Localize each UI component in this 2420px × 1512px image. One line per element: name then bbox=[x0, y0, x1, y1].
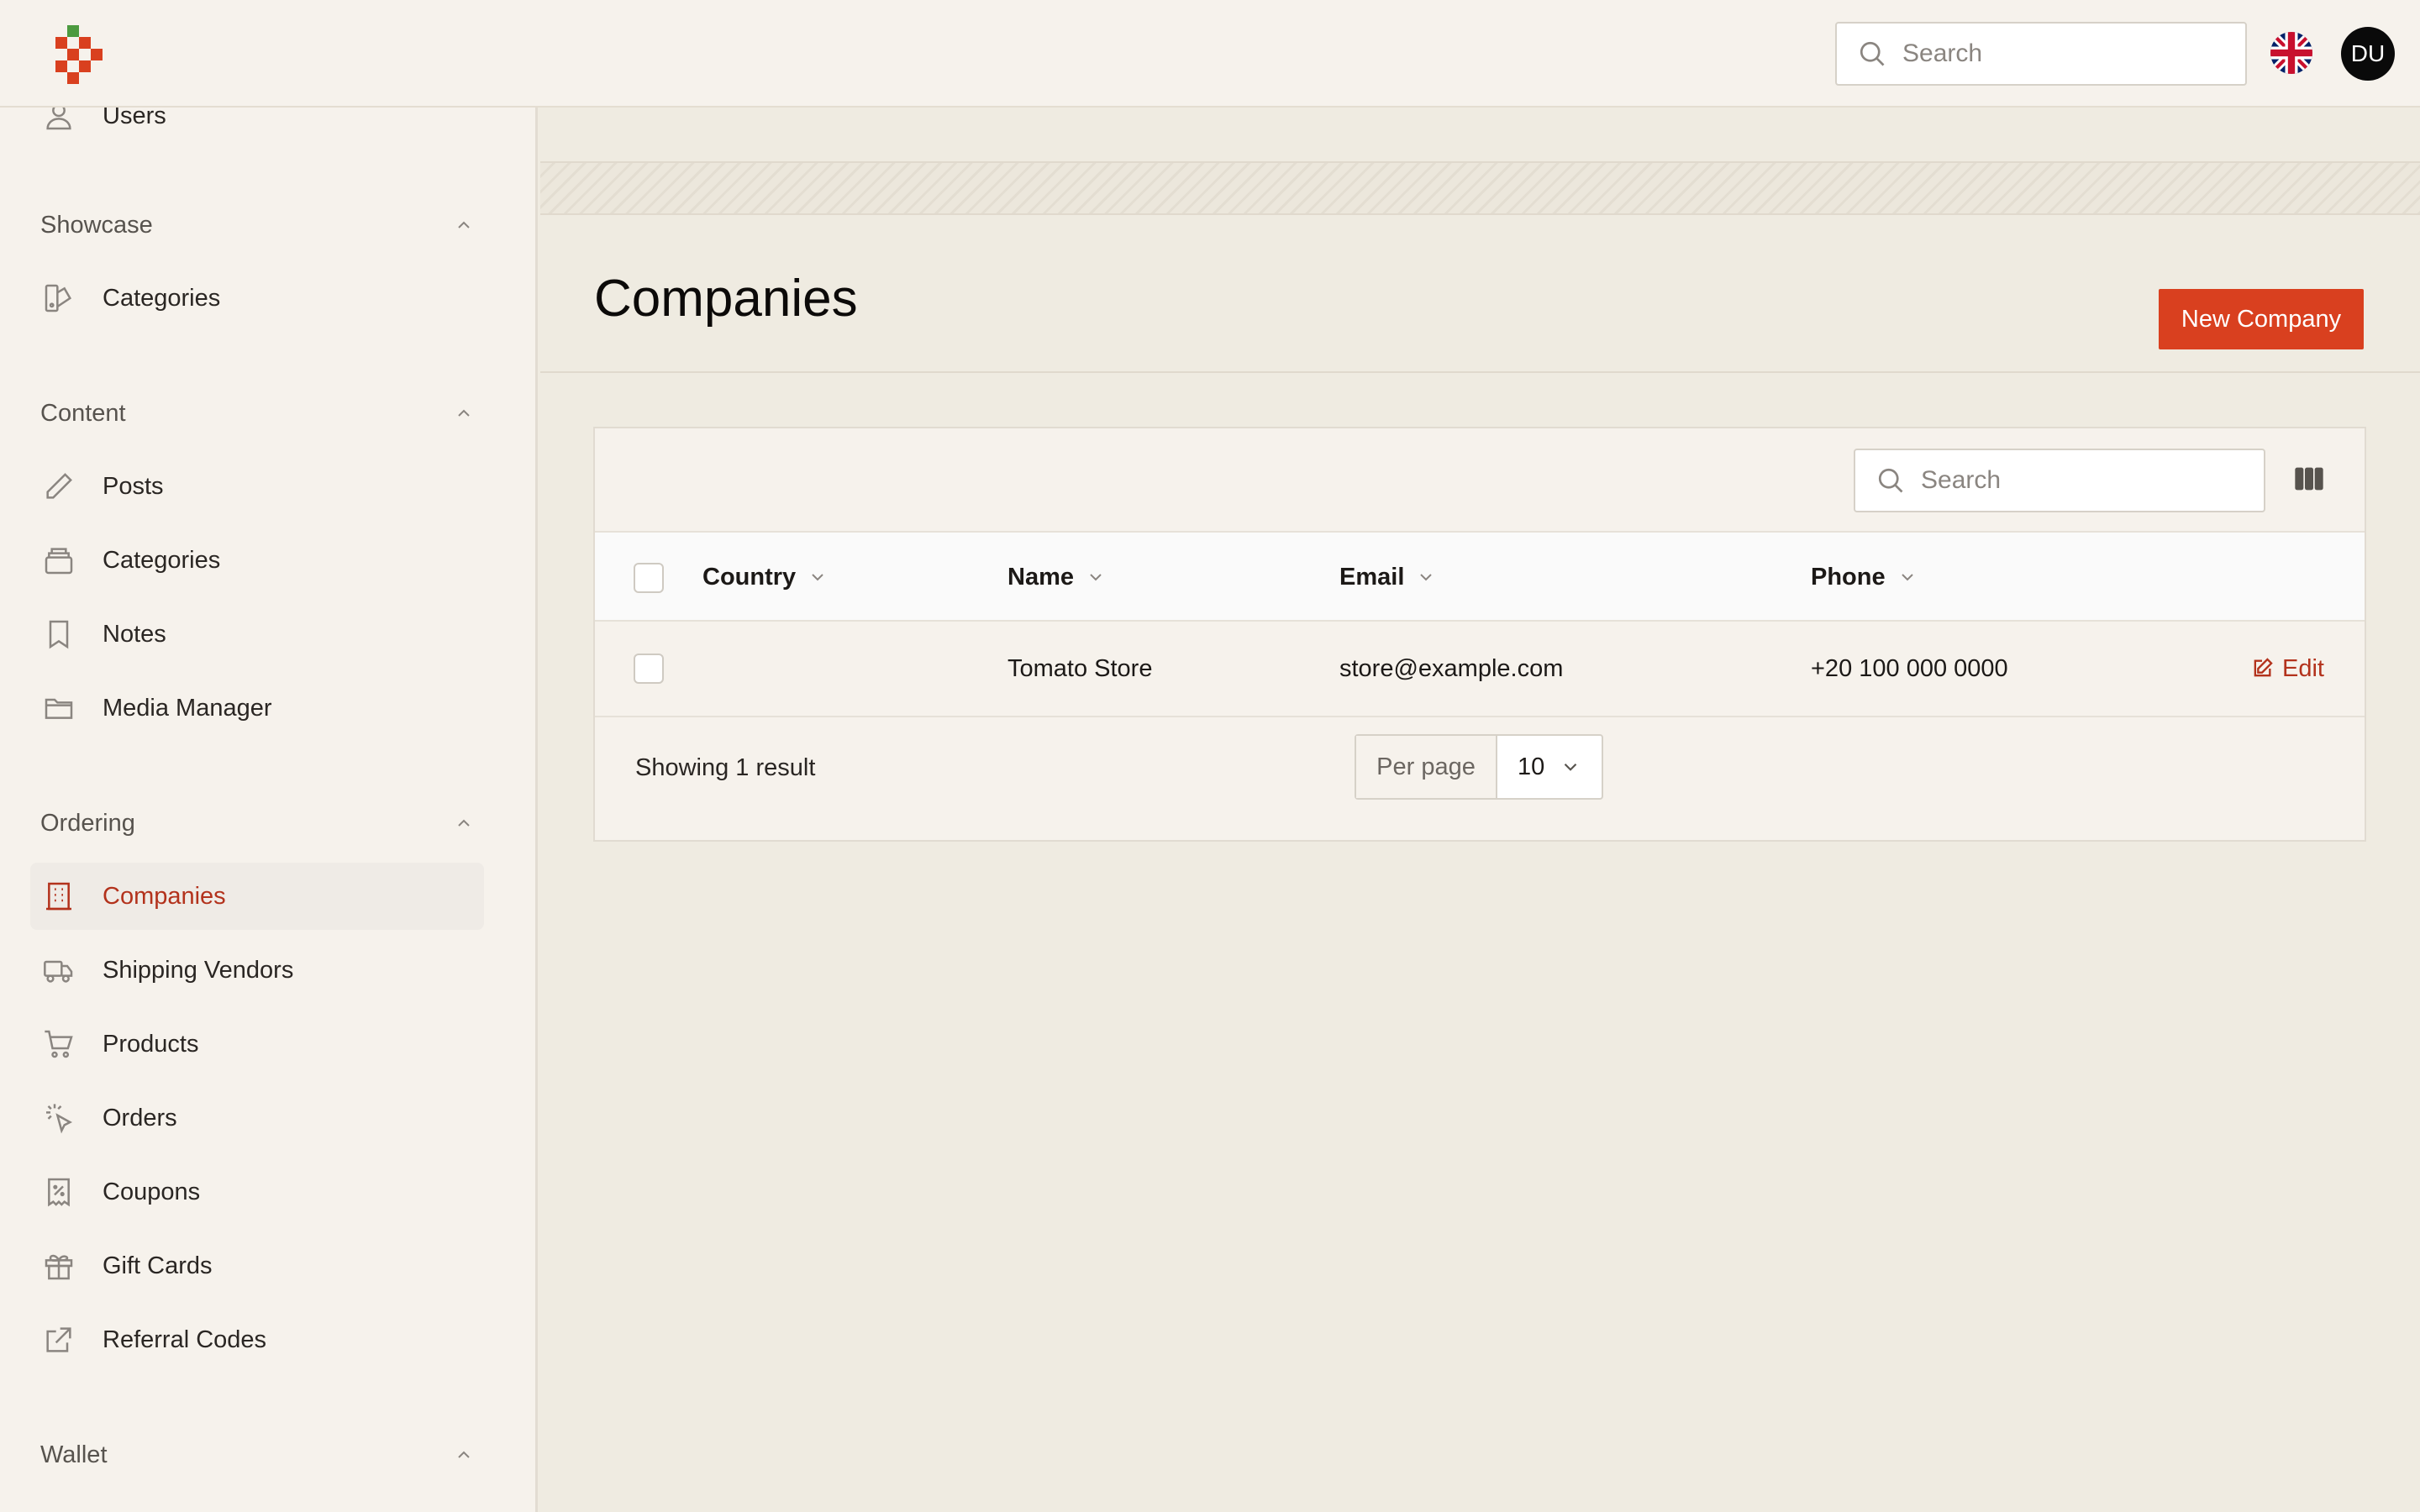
external-link-icon bbox=[40, 1321, 77, 1358]
per-page-select[interactable]: 10 bbox=[1497, 736, 1602, 798]
sidebar-item-label: Notes bbox=[103, 620, 166, 648]
sidebar-item-shipping-vendors[interactable]: Shipping Vendors bbox=[30, 937, 484, 1004]
columns-toggle-icon[interactable] bbox=[2292, 462, 2326, 496]
chevron-up-icon bbox=[458, 819, 470, 827]
sidebar: Users Showcase Categories Content Posts … bbox=[0, 108, 538, 1512]
per-page-value: 10 bbox=[1518, 753, 1545, 780]
column-label: Email bbox=[1339, 563, 1405, 591]
uk-flag-icon[interactable] bbox=[2270, 32, 2312, 74]
cell-email: store@example.com bbox=[1339, 654, 1564, 682]
cell-name: Tomato Store bbox=[1007, 654, 1153, 682]
column-header-country[interactable]: Country bbox=[702, 533, 828, 622]
edit-label: Edit bbox=[2282, 654, 2324, 682]
cursor-click-icon bbox=[40, 1100, 77, 1137]
companies-table: Country Name Email Phone Tomato Store st… bbox=[593, 427, 2366, 842]
sidebar-item-users[interactable]: Users bbox=[30, 108, 484, 150]
group-header-showcase[interactable]: Showcase bbox=[40, 204, 474, 246]
group-title: Showcase bbox=[40, 211, 153, 239]
sidebar-item-media-manager[interactable]: Media Manager bbox=[30, 675, 484, 742]
chevron-down-icon bbox=[1901, 574, 1913, 581]
column-header-email[interactable]: Email bbox=[1339, 533, 1436, 622]
select-all-checkbox[interactable] bbox=[634, 563, 664, 593]
sidebar-item-coupons[interactable]: Coupons bbox=[30, 1158, 484, 1226]
main-content: Companies New Company Country Name Email bbox=[540, 108, 2420, 1512]
sidebar-item-label: Users bbox=[103, 108, 166, 129]
truck-icon bbox=[40, 952, 77, 989]
building-icon bbox=[40, 878, 77, 915]
folder-icon bbox=[40, 690, 77, 727]
edit-icon bbox=[2254, 658, 2273, 677]
sidebar-item-label: Companies bbox=[103, 882, 226, 910]
cart-icon bbox=[40, 1026, 77, 1063]
group-header-content[interactable]: Content bbox=[40, 392, 474, 434]
header-divider bbox=[540, 371, 2420, 373]
top-bar: DU bbox=[0, 0, 2420, 108]
sidebar-item-content-categories[interactable]: Categories bbox=[30, 527, 484, 594]
table-search[interactable] bbox=[1854, 449, 2265, 512]
group-header-wallet[interactable]: Wallet bbox=[40, 1434, 474, 1476]
sidebar-item-showcase-categories[interactable]: Categories bbox=[30, 265, 484, 332]
sidebar-item-companies[interactable]: Companies bbox=[30, 863, 484, 930]
new-company-button[interactable]: New Company bbox=[2159, 289, 2364, 349]
chevron-down-icon bbox=[1420, 574, 1433, 581]
chevron-down-icon bbox=[812, 574, 823, 581]
sidebar-item-label: Categories bbox=[103, 546, 221, 574]
search-icon bbox=[1860, 41, 1885, 66]
stack-icon bbox=[40, 542, 77, 579]
table-search-input[interactable] bbox=[1921, 466, 2240, 495]
user-icon bbox=[40, 108, 77, 134]
global-search[interactable] bbox=[1835, 22, 2247, 86]
sidebar-item-label: Shipping Vendors bbox=[103, 956, 294, 984]
hatched-banner bbox=[540, 161, 2420, 215]
column-header-phone[interactable]: Phone bbox=[1811, 533, 1918, 622]
sidebar-item-label: Media Manager bbox=[103, 694, 272, 722]
table-header: Country Name Email Phone bbox=[595, 531, 2365, 622]
group-title: Content bbox=[40, 399, 126, 427]
search-icon bbox=[1878, 468, 1903, 493]
sidebar-item-label: Referral Codes bbox=[103, 1326, 267, 1353]
sidebar-item-products[interactable]: Products bbox=[30, 1011, 484, 1078]
page-title: Companies bbox=[594, 270, 858, 328]
table-row[interactable]: Tomato Store store@example.com +20 100 0… bbox=[595, 622, 2365, 717]
receipt-percent-icon bbox=[40, 1173, 77, 1210]
column-label: Country bbox=[702, 563, 797, 591]
per-page-label: Per page bbox=[1356, 736, 1497, 798]
bookmark-icon bbox=[40, 616, 77, 653]
sidebar-item-gift-cards[interactable]: Gift Cards bbox=[30, 1232, 484, 1299]
gift-icon bbox=[40, 1247, 77, 1284]
global-search-input[interactable] bbox=[1902, 39, 2222, 68]
sidebar-item-label: Coupons bbox=[103, 1178, 201, 1205]
sidebar-item-label: Orders bbox=[103, 1104, 177, 1131]
sidebar-item-label: Categories bbox=[103, 284, 221, 312]
column-header-name[interactable]: Name bbox=[1007, 533, 1106, 622]
chevron-up-icon bbox=[458, 221, 470, 228]
sidebar-item-posts[interactable]: Posts bbox=[30, 453, 484, 520]
group-title: Ordering bbox=[40, 809, 135, 837]
row-checkbox[interactable] bbox=[634, 654, 664, 684]
column-label: Phone bbox=[1811, 563, 1886, 591]
edit-link[interactable]: Edit bbox=[2250, 622, 2324, 716]
group-header-ordering[interactable]: Ordering bbox=[40, 802, 474, 844]
column-label: Name bbox=[1007, 563, 1074, 591]
per-page-control: Per page 10 bbox=[1355, 734, 1603, 800]
sidebar-item-label: Posts bbox=[103, 472, 164, 500]
cell-phone: +20 100 000 0000 bbox=[1811, 654, 2008, 682]
chevron-down-icon bbox=[1564, 763, 1577, 771]
swatch-icon bbox=[40, 280, 77, 317]
sidebar-item-label: Gift Cards bbox=[103, 1252, 213, 1279]
app-logo[interactable] bbox=[55, 25, 106, 84]
chevron-up-icon bbox=[458, 1451, 470, 1458]
user-avatar[interactable]: DU bbox=[2341, 27, 2395, 81]
pencil-icon bbox=[40, 468, 77, 505]
group-title: Wallet bbox=[40, 1441, 108, 1468]
sidebar-item-label: Products bbox=[103, 1030, 199, 1058]
sidebar-item-referral-codes[interactable]: Referral Codes bbox=[30, 1306, 484, 1373]
chevron-down-icon bbox=[1090, 574, 1102, 581]
chevron-up-icon bbox=[458, 409, 470, 417]
avatar-initials: DU bbox=[2350, 40, 2386, 66]
sidebar-item-notes[interactable]: Notes bbox=[30, 601, 484, 668]
results-count: Showing 1 result bbox=[635, 753, 816, 781]
sidebar-item-orders[interactable]: Orders bbox=[30, 1084, 484, 1152]
